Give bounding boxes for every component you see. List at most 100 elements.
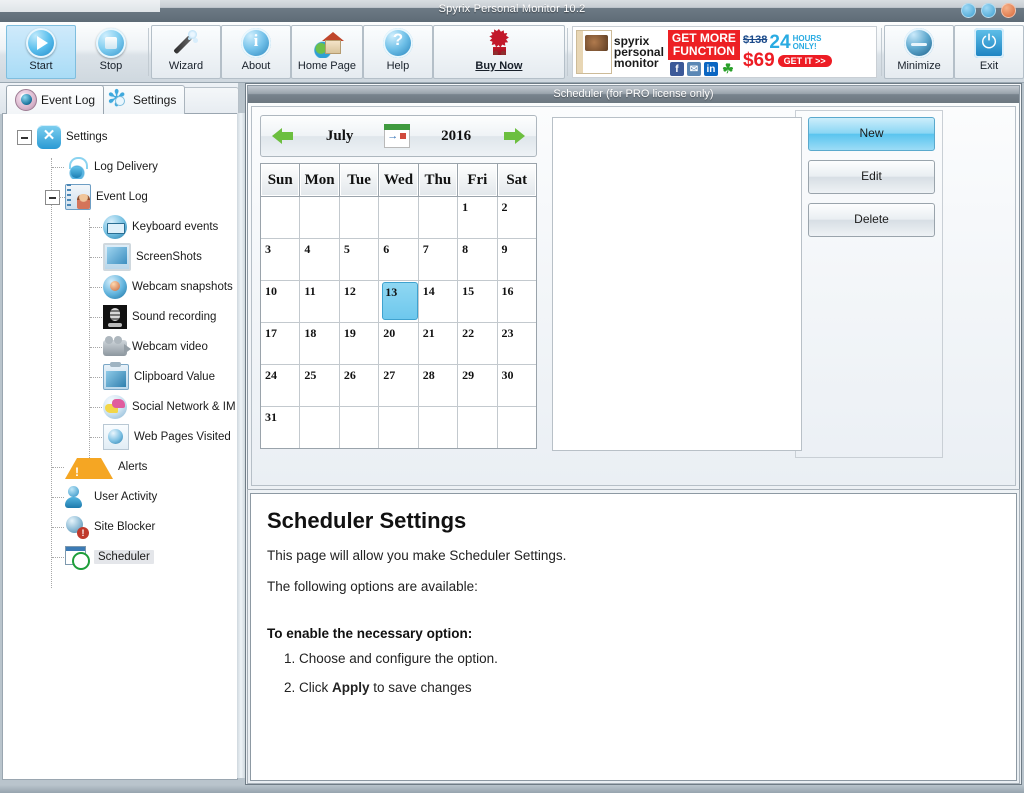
- eye-icon: [15, 89, 37, 111]
- calendar-day-cell[interactable]: 25: [300, 365, 340, 407]
- tree-item-social-network[interactable]: Social Network & IM: [3, 392, 237, 422]
- promo-headline-line2: FUNCTION: [672, 44, 735, 58]
- calendar-day-cell[interactable]: 6: [379, 239, 419, 281]
- calendar-day-cell[interactable]: 4: [300, 239, 340, 281]
- home-page-button-label: Home Page: [297, 60, 356, 72]
- calendar-day-cell[interactable]: 3: [261, 239, 301, 281]
- doc-steps: Choose and configure the option. Click A…: [267, 651, 1000, 695]
- calendar-day-cell[interactable]: 2: [497, 197, 536, 239]
- goto-today-icon[interactable]: [384, 124, 411, 148]
- calendar-day-cell[interactable]: 17: [261, 323, 301, 365]
- exit-button[interactable]: Exit: [954, 25, 1024, 79]
- stop-button[interactable]: Stop: [76, 25, 146, 79]
- scheduler-panel-header: Scheduler (for PRO license only): [248, 86, 1019, 103]
- calendar-day-cell[interactable]: 20: [379, 323, 419, 365]
- get-it-button[interactable]: GET IT >>: [777, 54, 832, 67]
- tree-item-webcam-snapshots[interactable]: Webcam snapshots: [3, 272, 237, 302]
- clover-icon[interactable]: ☘: [720, 61, 735, 76]
- calendar-day-cell[interactable]: 8: [458, 239, 498, 281]
- tree-item-clipboard-value[interactable]: Clipboard Value: [3, 362, 237, 392]
- start-button[interactable]: Start: [5, 25, 76, 79]
- facebook-icon[interactable]: f: [669, 62, 684, 76]
- tree-item-alerts[interactable]: Alerts: [3, 452, 237, 482]
- arrow-left-icon[interactable]: [271, 127, 295, 145]
- info-icon: [240, 28, 271, 58]
- home-page-button[interactable]: Home Page: [290, 25, 363, 79]
- arrow-right-icon[interactable]: [502, 127, 526, 145]
- calendar-day-cell[interactable]: 10: [261, 281, 301, 323]
- calendar-year[interactable]: 2016: [441, 128, 471, 145]
- help-button-label: Help: [386, 60, 410, 72]
- window-controls: [961, 3, 1016, 18]
- edit-button[interactable]: Edit: [808, 160, 935, 194]
- tab-settings[interactable]: Settings: [99, 85, 186, 114]
- calendar-day-cell[interactable]: 24: [261, 365, 301, 407]
- calendar-day-cell[interactable]: 22: [458, 323, 498, 365]
- settings-tree-panel: Settings Log Delivery Event Log Keyboard…: [2, 113, 238, 780]
- calendar-day-cell[interactable]: 16: [497, 281, 536, 323]
- calendar-weekday-thu: Thu: [418, 164, 459, 197]
- calendar-day-cell[interactable]: 31: [261, 407, 301, 448]
- minimize-button[interactable]: Minimize: [884, 25, 955, 79]
- calendar-day-cell[interactable]: 29: [458, 365, 498, 407]
- calendar-day-cell[interactable]: 18: [300, 323, 340, 365]
- close-window-button[interactable]: [1001, 3, 1016, 18]
- calendar-day-cell[interactable]: 9: [497, 239, 536, 281]
- about-button[interactable]: About: [220, 25, 291, 79]
- tree-item-scheduler[interactable]: Scheduler: [3, 542, 237, 572]
- tree-item-web-pages-visited[interactable]: Web Pages Visited: [3, 422, 237, 452]
- calendar-month[interactable]: July: [326, 128, 354, 145]
- minimize-window-button[interactable]: [961, 3, 976, 18]
- calendar-day-cell[interactable]: 5: [339, 239, 380, 281]
- tree-item-event-log[interactable]: Event Log: [3, 182, 237, 212]
- chat-icon: [103, 395, 127, 419]
- scheduler-panel-body: July 2016 Sun Mon Tue Wed Thu Fri: [251, 106, 1016, 486]
- calendar-day-cell[interactable]: 12: [339, 281, 380, 323]
- calendar-day-cell[interactable]: 26: [339, 365, 380, 407]
- calendar-day-number: 17: [265, 326, 277, 340]
- buy-now-button[interactable]: Buy Now: [432, 25, 565, 79]
- calendar-day-cell[interactable]: 15: [458, 281, 498, 323]
- calendar-day-cell[interactable]: 13: [379, 281, 419, 323]
- tree-expander-event-log[interactable]: [45, 190, 60, 205]
- tree-item-site-blocker[interactable]: Site Blocker: [3, 512, 237, 542]
- panel-splitter[interactable]: [237, 113, 245, 778]
- calendar-day-cell[interactable]: 27: [379, 365, 419, 407]
- linkedin-icon[interactable]: in: [703, 62, 718, 76]
- delete-button[interactable]: Delete: [808, 203, 935, 237]
- tree-expander-settings[interactable]: [17, 130, 32, 145]
- new-button[interactable]: New: [808, 117, 935, 151]
- calendar-day-number: 5: [343, 242, 350, 256]
- calendar-day-cell[interactable]: 14: [418, 281, 459, 323]
- tree-item-keyboard-events[interactable]: Keyboard events: [3, 212, 237, 242]
- calendar-day-cell[interactable]: 1: [458, 197, 498, 239]
- scheduler-task-list[interactable]: [552, 117, 802, 451]
- calendar-day-cell[interactable]: 30: [497, 365, 536, 407]
- tree-item-settings[interactable]: Settings: [3, 122, 237, 152]
- calendar-grid: Sun Mon Tue Wed Thu Fri Sat 1 2 3 4 5 6 7 8 9 10 1…: [260, 163, 537, 449]
- tree-item-user-activity[interactable]: User Activity: [3, 482, 237, 512]
- help-button[interactable]: Help: [362, 25, 433, 79]
- calendar-day-cell[interactable]: 19: [339, 323, 380, 365]
- tree-item-webcam-video[interactable]: Webcam video: [3, 332, 237, 362]
- question-icon: [382, 28, 413, 58]
- stop-button-label: Stop: [99, 60, 123, 72]
- calendar-day-cell[interactable]: 28: [418, 365, 459, 407]
- calendar-day-cell[interactable]: 11: [300, 281, 340, 323]
- calendar-cell-empty: [497, 407, 536, 448]
- maximize-window-button[interactable]: [981, 3, 996, 18]
- tree-item-sound-recording[interactable]: Sound recording: [3, 302, 237, 332]
- vk-icon[interactable]: ✉: [686, 62, 701, 76]
- calendar-day-number: 19: [343, 326, 356, 340]
- old-price: $138: [742, 34, 768, 46]
- wizard-button[interactable]: Wizard: [150, 25, 221, 79]
- tree-item-log-delivery[interactable]: Log Delivery: [3, 152, 237, 182]
- promo-banner[interactable]: spyrix personal monitor GET MORE FUNCTIO…: [571, 26, 878, 78]
- tab-event-log[interactable]: Event Log: [6, 85, 105, 114]
- tree-item-screenshots[interactable]: ScreenShots: [3, 242, 237, 272]
- calendar-day-cell[interactable]: 21: [418, 323, 459, 365]
- calendar-day-cell[interactable]: 23: [497, 323, 536, 365]
- calendar-day-cell[interactable]: 7: [418, 239, 459, 281]
- webcam-icon: [103, 275, 127, 299]
- tree-connector: [90, 287, 102, 288]
